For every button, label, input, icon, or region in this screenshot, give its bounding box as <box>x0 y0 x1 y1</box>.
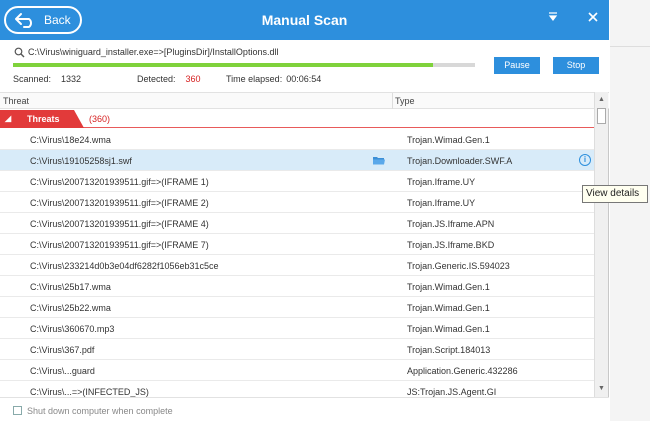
table-row[interactable]: C:\Virus\...guard Application.Generic.432… <box>0 360 594 381</box>
table-row[interactable]: C:\Virus\18e24.wma Trojan.Wimad.Gen.1 <box>0 129 594 150</box>
threat-type: Trojan.JS.Iframe.BKD <box>407 240 495 250</box>
threat-path: C:\Virus\200713201939511.gif=>(IFRAME 7) <box>30 240 209 250</box>
pause-button[interactable]: Pause <box>494 57 540 74</box>
scan-progress-fill <box>13 63 434 67</box>
scanned-value: 1332 <box>61 74 82 84</box>
column-separator[interactable] <box>392 93 393 109</box>
threat-path: C:\Virus\200713201939511.gif=>(IFRAME 1) <box>30 177 209 187</box>
vertical-scrollbar[interactable]: ▲ ▼ <box>594 92 608 397</box>
list-header: Threat Type <box>0 92 609 109</box>
current-file-path: C:\Virus\winiguard_installer.exe=>[Plugi… <box>28 47 279 57</box>
threat-path: C:\Virus\25b22.wma <box>30 303 111 313</box>
table-row[interactable]: C:\Virus\25b17.wma Trojan.Wimad.Gen.1 <box>0 276 594 297</box>
table-row[interactable]: C:\Virus\200713201939511.gif=>(IFRAME 1)… <box>0 171 594 192</box>
threat-type: Trojan.Wimad.Gen.1 <box>407 303 490 313</box>
threat-path: C:\Virus\18e24.wma <box>30 135 111 145</box>
threat-type: Application.Generic.432286 <box>407 366 518 376</box>
threat-list: C:\Virus\18e24.wma Trojan.Wimad.Gen.1 C:\… <box>0 129 594 399</box>
table-row[interactable]: C:\Virus\233214d0b3e04df6282f1056eb31c5c… <box>0 255 594 276</box>
scan-status-panel: C:\Virus\winiguard_installer.exe=>[Plugi… <box>0 40 609 92</box>
info-icon[interactable]: i <box>579 154 591 166</box>
table-row[interactable]: C:\Virus\25b22.wma Trojan.Wimad.Gen.1 <box>0 297 594 318</box>
scroll-up-arrow-icon[interactable]: ▲ <box>595 94 608 106</box>
table-row-selected[interactable]: C:\Virus\19105258sj1.swf Trojan.Download… <box>0 150 594 171</box>
elapsed-label: Time elapsed: <box>226 74 283 84</box>
search-icon <box>14 47 25 58</box>
threat-type: Trojan.Generic.IS.594023 <box>407 261 510 271</box>
shutdown-checkbox[interactable] <box>13 406 22 415</box>
threat-path: C:\Virus\233214d0b3e04df6282f1056eb31c5c… <box>30 261 219 271</box>
scan-progress-bar <box>13 63 475 67</box>
manual-scan-window: Back Manual Scan C:\Virus\winiguard_inst… <box>0 0 609 421</box>
threat-path: C:\Virus\200713201939511.gif=>(IFRAME 2) <box>30 198 209 208</box>
elapsed-value: 00:06:54 <box>286 74 322 84</box>
table-row[interactable]: C:\Virus\200713201939511.gif=>(IFRAME 2)… <box>0 192 594 213</box>
threat-path: C:\Virus\19105258sj1.swf <box>30 156 132 166</box>
threat-path: C:\Virus\...guard <box>30 366 95 376</box>
threat-type: Trojan.Iframe.UY <box>407 198 476 208</box>
window-title: Manual Scan <box>261 12 348 28</box>
threat-type: Trojan.Wimad.Gen.1 <box>407 282 490 292</box>
threat-type: Trojan.Iframe.UY <box>407 177 476 187</box>
table-row[interactable]: C:\Virus\360670.mp3 Trojan.Wimad.Gen.1 <box>0 318 594 339</box>
detected-stat: Detected: 360 <box>137 74 201 84</box>
threat-path: C:\Virus\...=>(INFECTED_JS) <box>30 387 149 397</box>
detected-label: Detected: <box>137 74 176 84</box>
threats-group-count: (360) <box>89 114 111 124</box>
table-row[interactable]: C:\Virus\200713201939511.gif=>(IFRAME 7)… <box>0 234 594 255</box>
threat-path: C:\Virus\200713201939511.gif=>(IFRAME 4) <box>30 219 209 229</box>
threat-path: C:\Virus\25b17.wma <box>30 282 111 292</box>
scanned-label: Scanned: <box>13 74 52 84</box>
collapse-arrow-icon[interactable]: ◢ <box>5 114 11 123</box>
background-window <box>610 0 650 421</box>
threat-type: Trojan.Wimad.Gen.1 <box>407 324 490 334</box>
threats-group-tab[interactable]: ◢ Threats <box>0 110 84 128</box>
column-header-type[interactable]: Type <box>395 96 415 106</box>
detected-value: 360 <box>185 74 201 84</box>
table-row[interactable]: C:\Virus\200713201939511.gif=>(IFRAME 4)… <box>0 213 594 234</box>
threat-type: Trojan.JS.Iframe.APN <box>407 219 495 229</box>
title-bar: Back Manual Scan <box>0 0 609 40</box>
elapsed-stat: Time elapsed: 00:06:54 <box>226 74 321 84</box>
footer-bar: Shut down computer when complete <box>0 397 609 421</box>
column-header-threat[interactable]: Threat <box>3 96 29 106</box>
threat-type: JS:Trojan.JS.Agent.GI <box>407 387 497 397</box>
threats-group-header[interactable]: ◢ Threats (360) <box>0 109 594 128</box>
table-row[interactable]: C:\Virus\367.pdf Trojan.Script.184013 <box>0 339 594 360</box>
threat-type: Trojan.Script.184013 <box>407 345 491 355</box>
threat-path: C:\Virus\360670.mp3 <box>30 324 115 334</box>
stop-button[interactable]: Stop <box>553 57 599 74</box>
scanned-stat: Scanned: 1332 <box>13 74 81 84</box>
shutdown-label[interactable]: Shut down computer when complete <box>27 406 173 416</box>
threats-group-label: Threats <box>27 114 60 124</box>
threat-type: Trojan.Downloader.SWF.A <box>407 156 513 166</box>
scroll-down-arrow-icon[interactable]: ▼ <box>595 383 608 395</box>
divider <box>610 46 650 47</box>
scrollbar-thumb[interactable] <box>597 108 606 124</box>
filter-icon[interactable] <box>546 11 560 25</box>
view-details-tooltip: View details <box>582 185 648 203</box>
folder-icon[interactable] <box>373 156 385 165</box>
threat-type: Trojan.Wimad.Gen.1 <box>407 135 490 145</box>
threat-path: C:\Virus\367.pdf <box>30 345 95 355</box>
close-icon[interactable] <box>586 11 600 25</box>
